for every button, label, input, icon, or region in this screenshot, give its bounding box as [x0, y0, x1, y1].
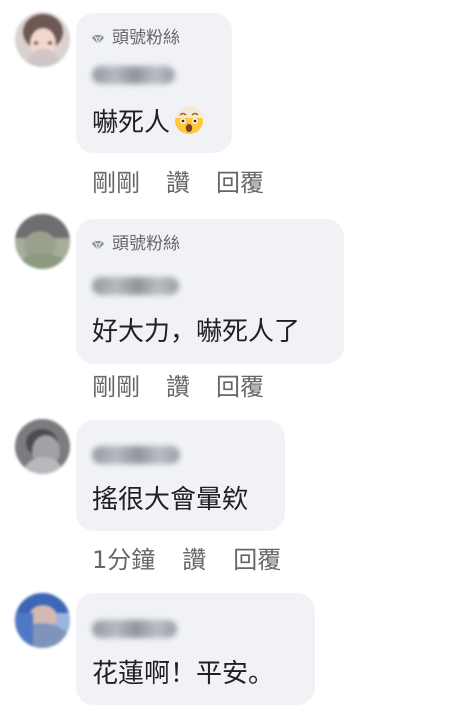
comment-text-content: 嚇死人 [92, 108, 171, 138]
diamond-icon [92, 240, 104, 250]
reply-button[interactable]: 回覆 [216, 169, 264, 197]
comment-actions: 1分鐘 讚 回覆 [92, 546, 281, 574]
avatar-image [15, 214, 70, 269]
reply-button[interactable]: 回覆 [233, 546, 281, 574]
comment-text-content: 搖很大會暈欸 [92, 485, 249, 515]
like-button[interactable]: 讚 [166, 169, 190, 197]
comment-actions: 剛剛 讚 回覆 [92, 169, 264, 197]
badge-label: 頭號粉絲 [112, 234, 180, 254]
comment-text-content: 好大力，嚇死人了 [92, 317, 301, 347]
avatar[interactable] [15, 419, 70, 474]
comment-1: 頭號粉絲 嚇死人 剛剛 讚 回覆 [0, 0, 467, 210]
blurred-commenter-name [92, 620, 177, 638]
avatar[interactable] [15, 593, 70, 648]
comment-bubble[interactable]: 搖很大會暈欸 [76, 420, 285, 531]
diamond-icon [92, 34, 104, 44]
avatar[interactable] [15, 214, 70, 269]
exploding-head-emoji-icon [175, 106, 204, 134]
comment-bubble[interactable]: 頭號粉絲 好大力，嚇死人了 [76, 219, 344, 364]
like-button[interactable]: 讚 [182, 546, 206, 574]
comment-text: 花蓮啊！平安。 [92, 658, 274, 690]
like-button[interactable]: 讚 [166, 373, 190, 401]
comment-text: 好大力，嚇死人了 [92, 316, 300, 348]
comment-actions: 剛剛 讚 回覆 [92, 373, 264, 401]
comment-time[interactable]: 1分鐘 [92, 546, 155, 574]
comment-text-content: 花蓮啊！平安。 [92, 659, 275, 689]
avatar[interactable] [15, 12, 70, 67]
avatar-image [15, 593, 70, 648]
blurred-commenter-name [92, 66, 175, 84]
comment-4: 花蓮啊！平安。 [0, 588, 467, 705]
comment-bubble[interactable]: 頭號粉絲 嚇死人 [76, 13, 232, 153]
top-fan-badge: 頭號粉絲 [92, 233, 180, 255]
comment-bubble[interactable]: 花蓮啊！平安。 [76, 593, 315, 705]
comment-text: 嚇死人 [92, 103, 206, 139]
blurred-commenter-name [92, 446, 180, 464]
blurred-commenter-name [92, 277, 179, 295]
comment-time[interactable]: 剛剛 [92, 373, 140, 401]
comment-2: 頭號粉絲 好大力，嚇死人了 剛剛 讚 回覆 [0, 210, 467, 415]
reply-button[interactable]: 回覆 [216, 373, 264, 401]
badge-label: 頭號粉絲 [112, 28, 180, 48]
comment-time[interactable]: 剛剛 [92, 169, 140, 197]
comment-text: 搖很大會暈欸 [92, 484, 248, 516]
comment-3: 搖很大會暈欸 1分鐘 讚 回覆 [0, 415, 467, 588]
top-fan-badge: 頭號粉絲 [92, 27, 180, 49]
avatar-image [15, 419, 70, 474]
avatar-image [15, 12, 70, 67]
